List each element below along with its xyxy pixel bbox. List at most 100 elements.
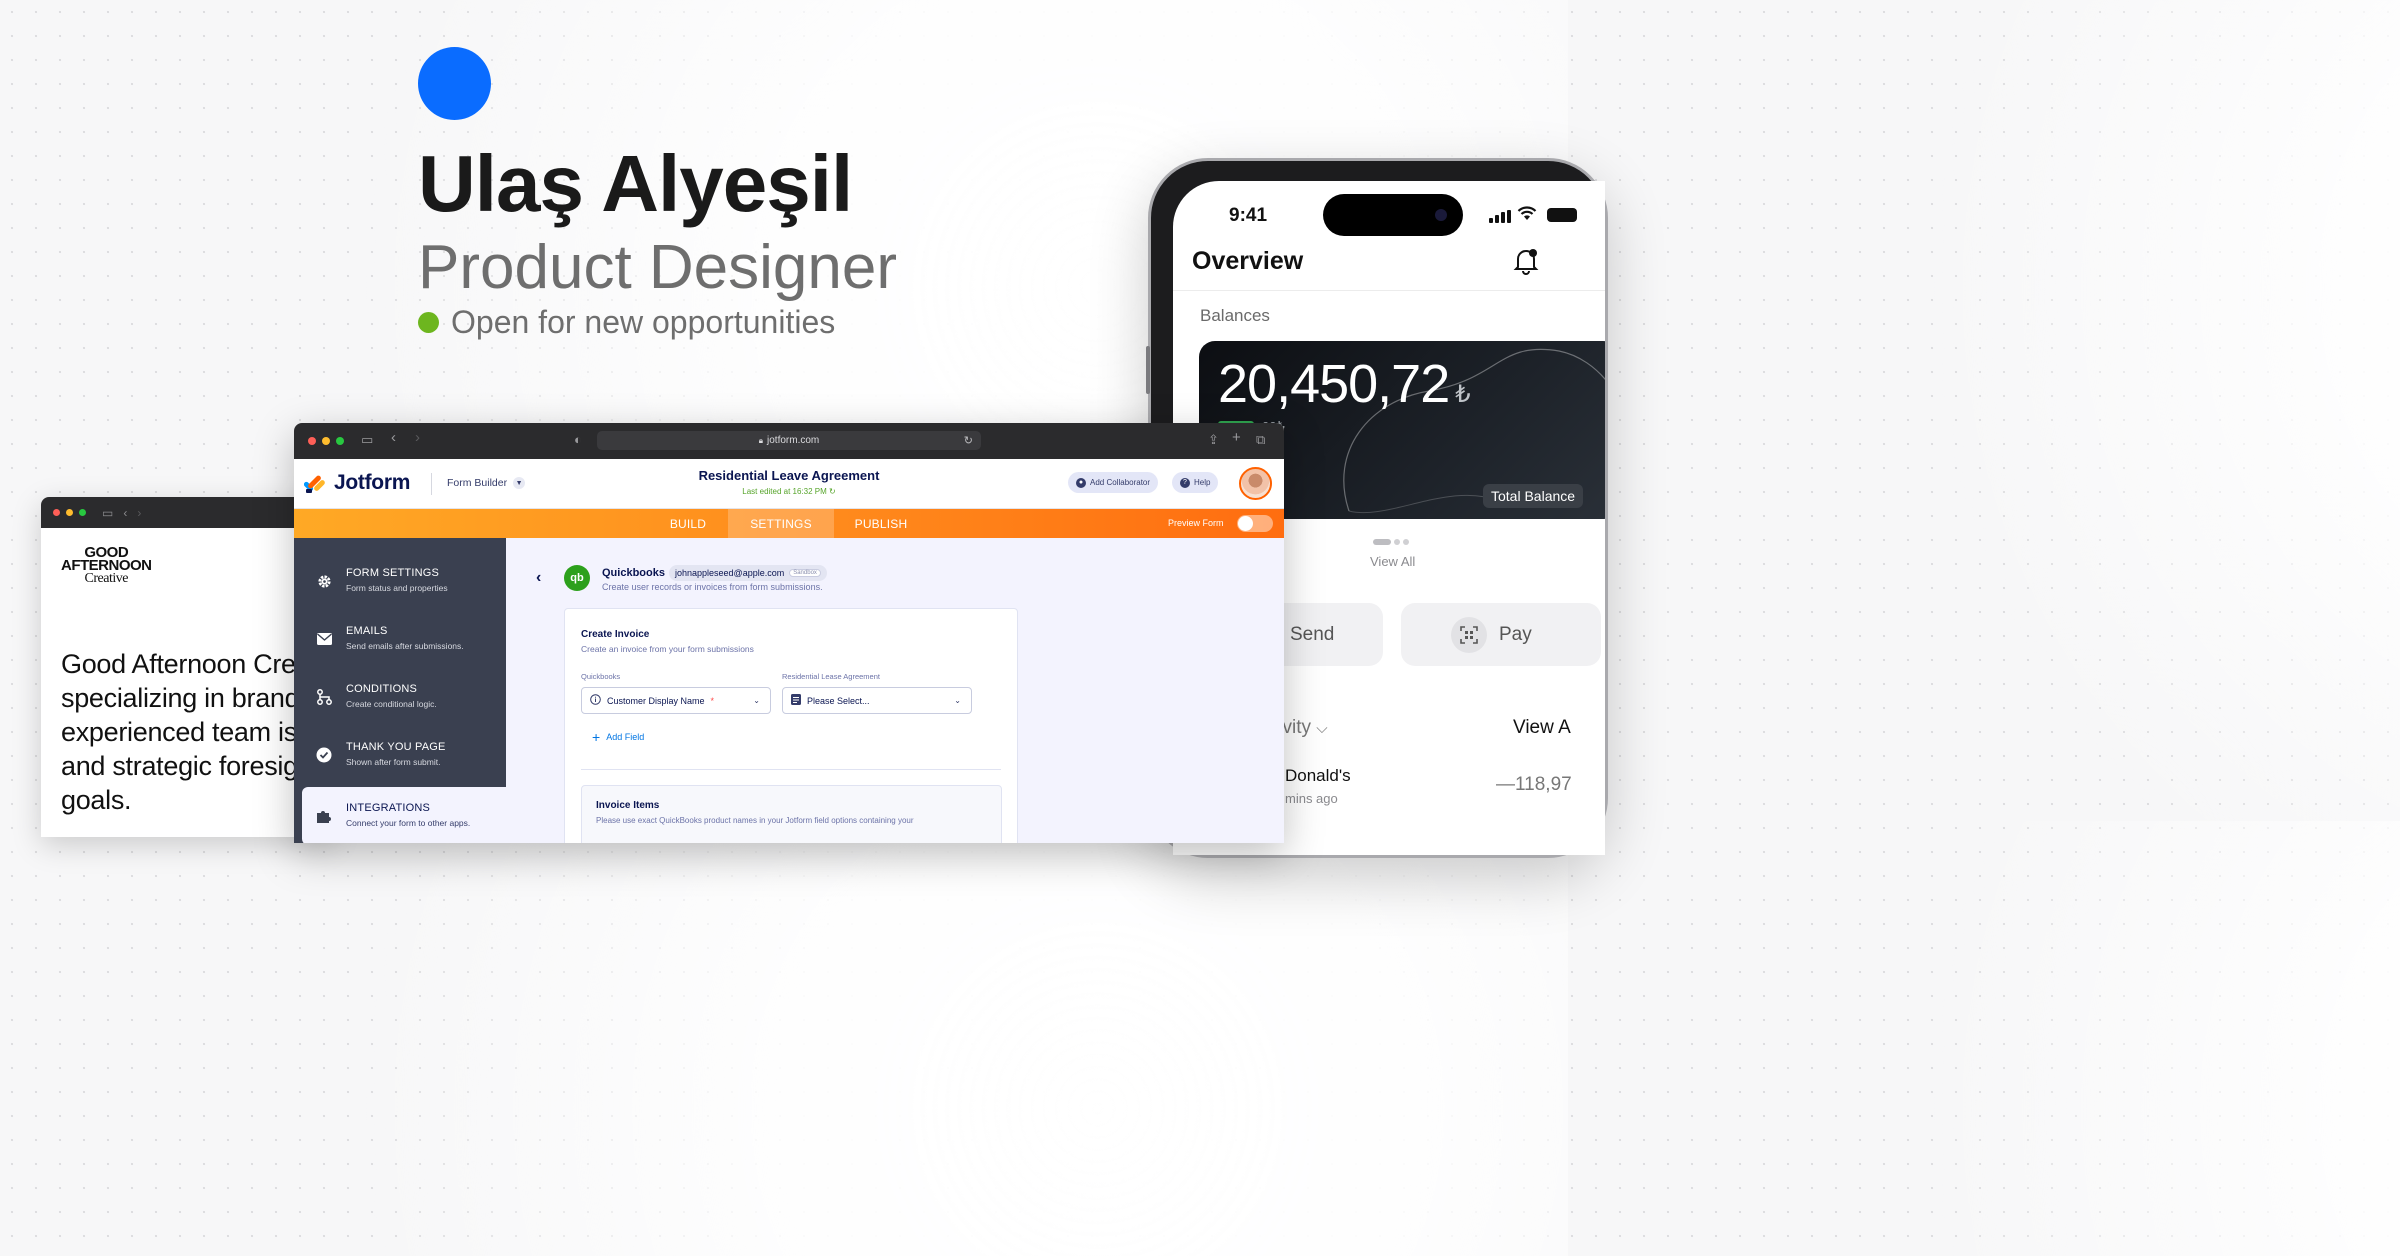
form-field-select[interactable]: Please Select... ⌄ (782, 687, 972, 714)
jotform-header: Jotform Form Builder ▼ Residential Leave… (294, 459, 1284, 509)
view-all-link[interactable]: View All (1370, 554, 1415, 569)
jotform-window: ▭ ‹ › ◐ 🔒︎ jotform.com ↻ ⇪ + ⧉ Jotform F… (294, 423, 1284, 843)
form-field-icon (791, 694, 801, 707)
wifi-icon (1517, 206, 1537, 226)
chevron-down-icon: ▼ (513, 477, 526, 489)
minimize-dot-icon[interactable] (322, 437, 330, 445)
share-icon[interactable]: ⇪ (1208, 432, 1219, 448)
sidebar-item-conditions[interactable]: CONDITIONS Create conditional logic. (294, 668, 506, 726)
integration-name: Quickbooks (602, 567, 665, 579)
add-collaborator-button[interactable]: ● Add Collaborator (1068, 472, 1159, 493)
form-title[interactable]: Residential Leave Agreement (634, 468, 944, 483)
tab-settings[interactable]: SETTINGS (728, 509, 834, 538)
integration-description: Create user records or invoices from for… (602, 582, 823, 592)
lock-icon: 🔒︎ (758, 435, 764, 445)
window-titlebar: ▭ ‹ › (41, 497, 331, 528)
status-dot (418, 312, 439, 333)
chevron-down-icon: ⌄ (753, 696, 760, 705)
user-icon: ● (1076, 477, 1086, 488)
status-text: Open for new opportunities (451, 304, 836, 340)
section-divider (581, 769, 1001, 770)
pay-button[interactable]: Pay (1401, 603, 1601, 666)
good-afternoon-window: ▭ ‹ › GOOD AFTERNOON Creative Good After… (41, 497, 331, 837)
invoice-items-description: Please use exact QuickBooks product name… (596, 816, 914, 825)
maximize-dot-icon[interactable] (79, 509, 86, 516)
sidebar-item-emails[interactable]: EMAILS Send emails after submissions. (294, 610, 506, 668)
card-pager[interactable] (1373, 539, 1409, 545)
good-afternoon-logo[interactable]: GOOD AFTERNOON Creative (61, 545, 152, 585)
help-button[interactable]: ? Help (1172, 472, 1219, 493)
header-divider (1173, 290, 1605, 291)
tabs-overview-icon[interactable]: ⧉ (1256, 432, 1265, 448)
invoice-title: Create Invoice (581, 629, 650, 640)
browser-toolbar: ▭ ‹ › ◐ 🔒︎ jotform.com ↻ ⇪ + ⧉ (294, 423, 1284, 459)
invoice-items-title: Invoice Items (596, 800, 660, 811)
jotform-logo[interactable]: Jotform (304, 471, 410, 495)
invoice-items-section: Invoice Items Please use exact QuickBook… (581, 785, 1002, 843)
battery-icon (1547, 208, 1577, 222)
sidebar-item-thank-you-page[interactable]: THANK YOU PAGE Shown after form submit. (294, 726, 506, 784)
phone-side-button (1146, 346, 1150, 394)
form-field-label: Residential Lease Agreement (782, 672, 880, 681)
sidebar-item-form-settings[interactable]: FORM SETTINGS Form status and properties (294, 552, 506, 610)
integration-settings-panel: ‹ qb Quickbooks johnappleseed@apple.com … (506, 538, 1284, 843)
accent-dot (418, 47, 491, 120)
sidebar-item-integrations[interactable]: INTEGRATIONS Connect your form to other … (302, 787, 506, 843)
create-invoice-card: Create Invoice Create an invoice from yo… (564, 608, 1018, 843)
sidebar-toggle-icon[interactable]: ▭ (361, 432, 373, 448)
new-tab-icon[interactable]: + (1232, 429, 1241, 446)
qr-scan-icon (1451, 616, 1487, 653)
address-bar[interactable]: 🔒︎ jotform.com ↻ (597, 431, 981, 450)
close-dot-icon[interactable] (308, 437, 316, 445)
minimize-dot-icon[interactable] (66, 509, 73, 516)
balances-label: Balances (1200, 306, 1270, 325)
tab-publish[interactable]: PUBLISH (842, 509, 920, 538)
back-arrow-icon[interactable]: ‹ (536, 569, 541, 587)
back-icon[interactable]: ‹ (391, 429, 396, 446)
dynamic-island (1323, 194, 1463, 236)
agency-description: Good Afternoon Cre specializing in brand… (61, 649, 300, 815)
bell-icon[interactable] (1513, 247, 1543, 277)
gear-icon (316, 573, 332, 589)
reload-icon[interactable]: ↻ (964, 434, 973, 447)
plus-icon: + (592, 728, 601, 745)
hero-status: Open for new opportunities (418, 304, 835, 341)
add-field-button[interactable]: + Add Field (592, 728, 644, 745)
forward-icon[interactable]: › (415, 429, 420, 446)
forward-icon[interactable]: › (137, 506, 141, 520)
signal-icon (1489, 210, 1511, 223)
quickbooks-field-label: Quickbooks (581, 672, 621, 681)
tab-build[interactable]: BUILD (652, 509, 724, 538)
maximize-dot-icon[interactable] (336, 437, 344, 445)
hero-role: Product Designer (418, 233, 898, 302)
sync-icon: ↻ (829, 487, 836, 496)
transaction-amount: —118,97 (1496, 774, 1572, 795)
total-balance-chip[interactable]: Total Balance (1483, 484, 1584, 508)
status-time: 9:41 (1229, 205, 1268, 226)
last-edited-text: Last edited at 16:32 PM ↻ (742, 487, 836, 496)
check-circle-icon (316, 747, 332, 763)
help-icon: ? (1180, 477, 1190, 488)
sidebar-toggle-icon[interactable]: ▭ (102, 506, 113, 520)
preview-form-toggle[interactable] (1237, 515, 1273, 532)
puzzle-icon (316, 808, 332, 824)
account-email-badge[interactable]: johnappleseed@apple.com Sandbox (669, 565, 827, 581)
transaction-time: mins ago (1285, 791, 1338, 806)
jotform-logo-icon (304, 475, 325, 493)
close-dot-icon[interactable] (53, 509, 60, 516)
balance-amount: 20,450,72 ₺ (1218, 354, 1471, 414)
form-builder-dropdown[interactable]: Form Builder ▼ (447, 477, 526, 489)
transaction-name[interactable]: Donald's (1285, 766, 1351, 786)
preview-form-label: Preview Form (1168, 518, 1224, 528)
invoice-description: Create an invoice from your form submiss… (581, 644, 754, 654)
activity-view-all-link[interactable]: View A (1513, 717, 1571, 739)
avatar[interactable] (1239, 467, 1272, 500)
required-mark: * (710, 695, 715, 706)
back-icon[interactable]: ‹ (123, 506, 127, 520)
info-icon (590, 694, 601, 707)
shield-icon[interactable]: ◐ (574, 432, 582, 447)
builder-tabs: BUILD SETTINGS PUBLISH Preview Form (294, 509, 1284, 538)
header-separator (431, 473, 432, 495)
envelope-icon (316, 631, 332, 647)
quickbooks-field-select[interactable]: Customer Display Name * ⌄ (581, 687, 771, 714)
